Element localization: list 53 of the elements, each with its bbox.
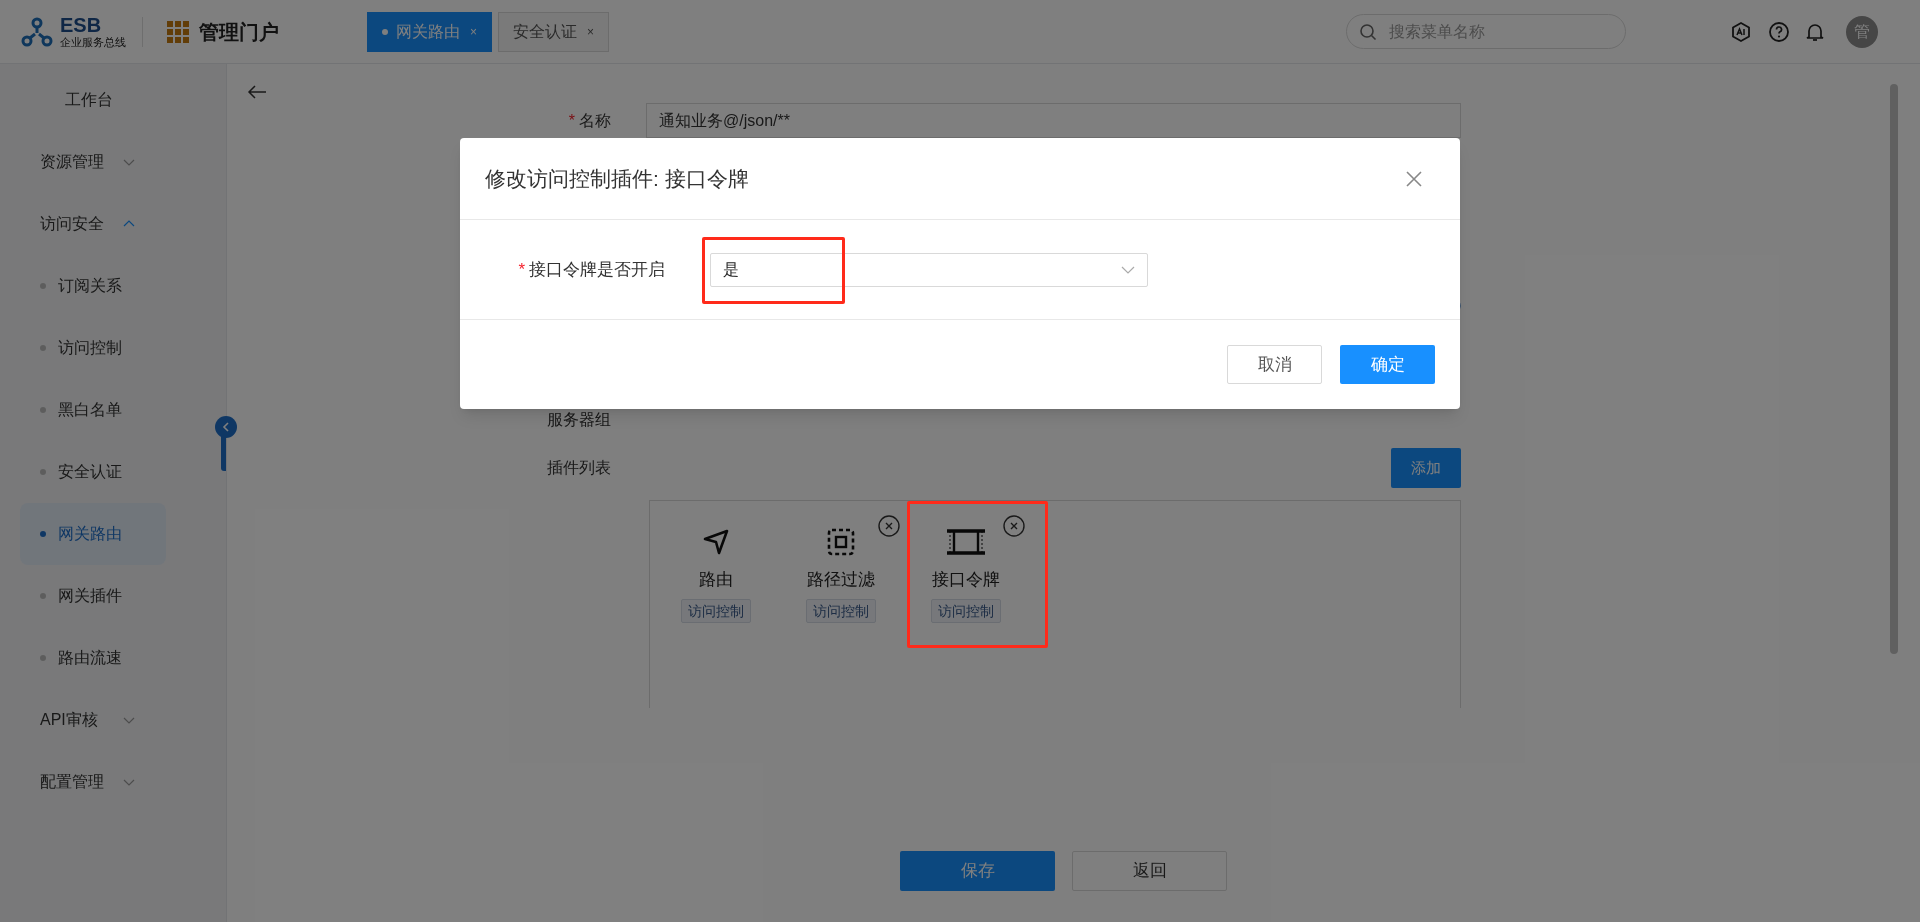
dashed-square-icon	[826, 527, 856, 557]
ai-icon[interactable]	[1730, 20, 1752, 43]
sidebar-item[interactable]: 工作台	[20, 69, 206, 131]
confirm-button[interactable]: 确定	[1340, 345, 1435, 384]
save-button[interactable]: 保存	[900, 851, 1055, 891]
sidebar-item[interactable]: 配置管理	[0, 751, 206, 813]
sidebar-item[interactable]: 网关路由	[20, 503, 166, 565]
chevron-left-icon	[221, 422, 231, 432]
sidebar-item[interactable]: 资源管理	[0, 131, 206, 193]
collapse-button[interactable]	[215, 416, 237, 438]
field-label: 服务器组	[546, 410, 611, 430]
required-mark: *	[518, 258, 525, 281]
field-label: 名称	[579, 110, 611, 131]
sidebar-item[interactable]: 安全认证	[20, 441, 166, 503]
required-mark: *	[568, 110, 575, 131]
close-icon[interactable]	[1405, 169, 1423, 188]
sidebar-item[interactable]: 订阅关系	[20, 255, 166, 317]
name-field[interactable]: 通知业务@/json/**	[646, 103, 1461, 138]
add-button[interactable]: 添加	[1391, 448, 1461, 488]
remove-circle-icon[interactable]	[1003, 515, 1025, 537]
plugin-name: 接口令牌	[932, 569, 1000, 591]
field-label: 接口令牌是否开启	[529, 258, 665, 281]
plugin-name: 路径过滤	[807, 569, 875, 591]
sidebar-item[interactable]: 访问控制	[20, 317, 166, 379]
tab[interactable]: 安全认证 ×	[498, 11, 610, 52]
sidebar-item[interactable]: 网关插件	[20, 565, 166, 627]
sidebar-item[interactable]: 路由流速	[20, 627, 166, 689]
film-strip-icon	[946, 527, 986, 557]
sidebar-item[interactable]: API审核	[0, 689, 206, 751]
select-field[interactable]: 是	[710, 252, 1148, 287]
plugin-tag: 访问控制	[681, 598, 751, 623]
sidebar-item[interactable]: 访问安全	[0, 193, 206, 255]
field-label: 插件列表	[546, 458, 611, 478]
scrollbar[interactable]	[1890, 84, 1898, 654]
remove-circle-icon[interactable]	[878, 515, 900, 537]
grid-icon	[167, 20, 189, 43]
send-icon	[701, 527, 731, 557]
sidebar-item[interactable]: 黑白名单	[20, 379, 166, 441]
help-icon[interactable]	[1768, 20, 1790, 43]
plugin-tag: 访问控制	[806, 598, 876, 623]
cancel-button[interactable]: 取消	[1227, 345, 1322, 384]
tab[interactable]: 网关路由 ×	[367, 11, 492, 52]
logo-subtitle: 企业服务总线	[60, 37, 126, 48]
plugin-name: 路由	[699, 569, 733, 591]
search-icon	[1359, 23, 1377, 41]
modal-title: 修改访问控制插件: 接口令牌	[485, 165, 749, 192]
portal-title: 管理门户	[199, 19, 279, 45]
back-button[interactable]: 返回	[1072, 851, 1227, 891]
tab-close-icon[interactable]: ×	[587, 22, 595, 41]
tab-close-icon[interactable]: ×	[470, 22, 477, 41]
plugin-tag: 访问控制	[931, 598, 1001, 623]
logo-title: ESB	[60, 15, 103, 35]
back-arrow-icon[interactable]	[247, 84, 267, 100]
